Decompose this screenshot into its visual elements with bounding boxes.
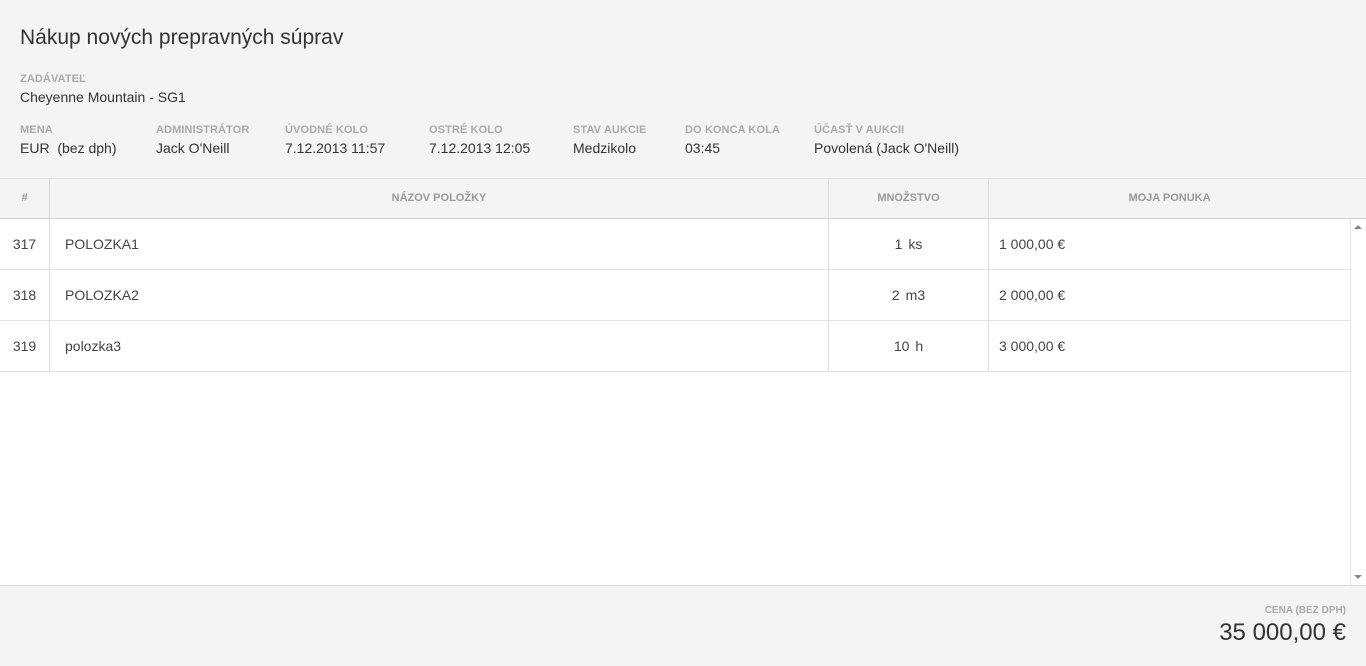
row-number: 317 [0,219,50,269]
meta-auction-status-label: STAV AUKCIE [573,124,647,136]
meta-round-countdown: DO KONCA KOLA 03:45 [685,124,780,156]
scroll-up-arrow-icon[interactable] [1354,225,1362,229]
table-row[interactable]: 319 polozka3 10 h 3 000,00 € [0,321,1350,372]
meta-round-countdown-label: DO KONCA KOLA [685,124,780,136]
row-quantity: 1 ks [829,219,989,269]
column-header-my-offer[interactable]: MOJA PONUKA [989,179,1350,218]
meta-administrator-label: ADMINISTRÁTOR [156,124,250,136]
row-my-offer[interactable]: 1 000,00 € [989,219,1350,269]
meta-participation: ÚČASŤ V AUKCII Povolená (Jack O'Neill) [814,124,959,156]
table-row[interactable]: 317 POLOZKA1 1 ks 1 000,00 € [0,219,1350,270]
meta-round-countdown-value: 03:45 [685,140,721,156]
meta-auction-status-value: Medzikolo [573,140,637,156]
row-item-name: POLOZKA2 [50,270,829,320]
row-item-name: polozka3 [50,321,829,371]
requester-field: ZADÁVATEĽ Cheyenne Mountain - SG1 [20,73,186,105]
requester-value: Cheyenne Mountain - SG1 [20,89,186,105]
table-body: 317 POLOZKA1 1 ks 1 000,00 € 318 POLOZKA2… [0,219,1350,585]
auction-header: Nákup nových prepravných súprav ZADÁVATE… [0,0,1366,178]
row-my-offer[interactable]: 3 000,00 € [989,321,1350,371]
meta-live-round-label: OSTRÉ KOLO [429,124,503,136]
table-row[interactable]: 318 POLOZKA2 2 m3 2 000,00 € [0,270,1350,321]
row-quantity-value: 2 [891,287,900,303]
column-header-quantity[interactable]: MNOŽSTVO [829,179,989,218]
row-quantity-unit: m3 [905,287,926,303]
meta-currency: MENA EUR (bez dph) [20,124,116,156]
meta-currency-value: EUR (bez dph) [20,140,117,156]
meta-administrator: ADMINISTRÁTOR Jack O'Neill [156,124,249,156]
table-scrollbar[interactable] [1350,219,1366,585]
row-item-name: POLOZKA1 [50,219,829,269]
total-footer: CENA (BEZ DPH) 35 000,00 € [0,586,1366,666]
column-header-item-name[interactable]: NÁZOV POLOŽKY [50,179,829,218]
meta-live-round: OSTRÉ KOLO 7.12.2013 12:05 [429,124,530,156]
total-price-value: 35 000,00 € [1219,619,1346,646]
row-number: 318 [0,270,50,320]
meta-auction-status: STAV AUKCIE Medzikolo [573,124,647,156]
auction-meta-row: MENA EUR (bez dph) ADMINISTRÁTOR Jack O'… [0,124,1366,164]
row-quantity: 10 h [829,321,989,371]
row-quantity-value: 10 [893,338,910,354]
table-header: # NÁZOV POLOŽKY MNOŽSTVO MOJA PONUKA [0,179,1366,219]
items-table: # NÁZOV POLOŽKY MNOŽSTVO MOJA PONUKA 317… [0,178,1366,586]
meta-participation-value: Povolená (Jack O'Neill) [814,140,960,156]
meta-administrator-value: Jack O'Neill [156,140,230,156]
page-title: Nákup nových prepravných súprav [20,26,344,49]
total-price-label: CENA (BEZ DPH) [1264,605,1346,616]
meta-currency-label: MENA [20,124,53,136]
column-header-number[interactable]: # [0,179,50,218]
scroll-down-arrow-icon[interactable] [1354,575,1362,579]
row-quantity-value: 1 [894,236,903,252]
meta-live-round-value: 7.12.2013 12:05 [429,140,531,156]
meta-participation-label: ÚČASŤ V AUKCII [814,124,905,136]
meta-initial-round-value: 7.12.2013 11:57 [285,140,386,156]
row-quantity-unit: ks [908,236,923,252]
row-quantity-unit: h [915,338,924,354]
row-quantity: 2 m3 [829,270,989,320]
meta-initial-round: ÚVODNÉ KOLO 7.12.2013 11:57 [285,124,385,156]
row-number: 319 [0,321,50,371]
meta-initial-round-label: ÚVODNÉ KOLO [285,124,368,136]
row-my-offer[interactable]: 2 000,00 € [989,270,1350,320]
requester-label: ZADÁVATEĽ [20,73,86,85]
